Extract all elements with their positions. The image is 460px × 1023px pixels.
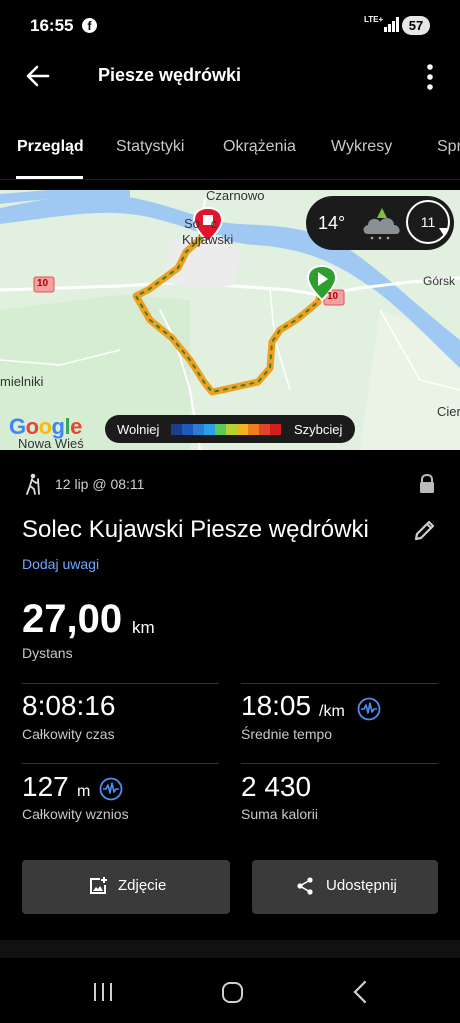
wind-indicator: 11 (406, 200, 450, 244)
total-time-value: 8:08:16 (22, 690, 116, 721)
pace-legend: Wolniej Szybciej (105, 415, 355, 443)
weather-temperature: 14° (318, 213, 346, 233)
pace-chart-icon[interactable] (357, 697, 381, 721)
add-notes-link[interactable]: Dodaj uwagi (22, 556, 99, 572)
elevation-label: Całkowity wznios (22, 806, 129, 822)
legend-fast-label: Szybciej (294, 422, 343, 437)
cloud-icon (363, 208, 400, 240)
tab-przeglad[interactable]: Przegląd (17, 138, 84, 156)
map-label-cier: Cier (437, 404, 460, 419)
calories-label: Suma kalorii (241, 806, 319, 822)
tab-sprzet[interactable]: Spr (437, 138, 460, 156)
app-bar: Piesze wędrówki (0, 52, 460, 102)
distance-label: Dystans (22, 645, 73, 661)
pencil-icon[interactable] (412, 517, 438, 543)
legend-color-scale (171, 424, 281, 435)
wind-speed: 11 (420, 214, 436, 230)
tab-statystyki[interactable]: Statystyki (116, 138, 184, 156)
share-label: Udostępnij (326, 877, 397, 894)
status-bar: 16:55 f LTE+ 57 (0, 0, 460, 52)
next-section-edge (0, 940, 460, 958)
tab-okrazenia[interactable]: Okrążenia (223, 138, 296, 156)
signal-icon (384, 17, 399, 32)
google-logo: Google (9, 414, 82, 439)
avg-pace-unit: /km (319, 703, 345, 720)
map-label-gorsk: Górsk (423, 274, 456, 288)
hiking-icon (26, 473, 40, 495)
home-icon[interactable] (222, 982, 243, 1003)
arrow-left-icon[interactable] (24, 62, 52, 90)
map-label-mielniki: mielniki (0, 374, 44, 389)
total-time-label: Całkowity czas (22, 726, 115, 742)
road-badge-left: 10 (37, 278, 49, 289)
activity-title: Solec Kujawski Piesze wędrówki (22, 516, 369, 543)
map-label-solec-1: So c (184, 216, 218, 231)
calories-value: 2 430 (241, 771, 312, 802)
elevation-chart-icon[interactable] (99, 777, 123, 801)
divider (0, 179, 460, 180)
map-label-czarnowo: Czarnowo (206, 190, 265, 203)
avg-pace-label: Średnie tempo (241, 726, 333, 742)
share-icon (297, 877, 313, 895)
add-photo-label: Zdjęcie (118, 877, 167, 894)
lock-icon[interactable] (418, 474, 436, 494)
share-button[interactable]: Udostępnij (252, 860, 438, 914)
activity-date: 12 lip @ 08:11 (55, 476, 145, 492)
more-vertical-icon[interactable] (420, 62, 440, 92)
distance-value: 27,00 (22, 597, 123, 641)
activity-meta: 12 lip @ 08:11 (0, 466, 460, 502)
battery-indicator: 57 (402, 16, 430, 35)
page-title: Piesze wędrówki (98, 65, 242, 85)
back-nav-icon[interactable] (352, 980, 368, 1004)
divider (241, 763, 438, 764)
divider (241, 683, 438, 684)
elevation-value: 127 (22, 771, 69, 802)
avg-pace-value: 18:05 (241, 690, 312, 721)
map-label-solec-2: Kujawski (182, 232, 234, 247)
network-type: LTE+ (364, 15, 384, 24)
wind-direction-icon (439, 228, 449, 236)
divider (22, 763, 219, 764)
divider (22, 683, 219, 684)
distance-unit: km (132, 618, 155, 637)
elevation-unit: m (77, 783, 91, 800)
weather-chip: 14° 11 (306, 196, 454, 250)
tab-wykresy[interactable]: Wykresy (331, 138, 392, 156)
recent-apps-icon[interactable] (92, 982, 114, 1002)
road-badge-right: 10 (327, 291, 339, 302)
system-nav-bar (0, 958, 460, 1023)
facebook-icon: f (82, 18, 97, 33)
status-time: 16:55 (30, 16, 74, 35)
legend-slow-label: Wolniej (117, 422, 160, 437)
tab-bar: Przegląd Statystyki Okrążenia Wykresy Sp… (0, 124, 460, 180)
add-photo-icon (90, 877, 107, 894)
add-photo-button[interactable]: Zdjęcie (22, 860, 230, 914)
